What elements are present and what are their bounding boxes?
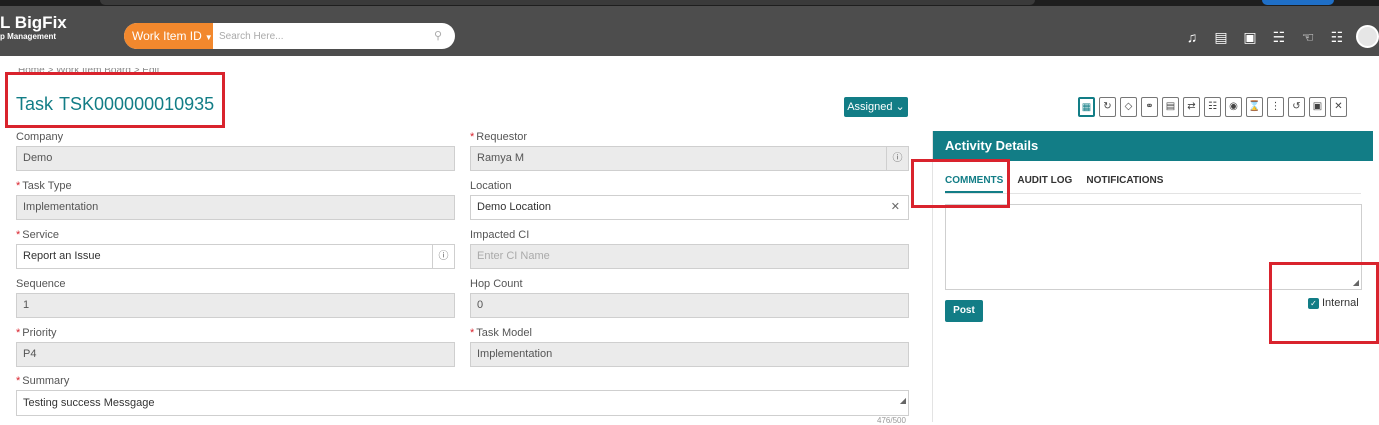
service-value: Report an Issue bbox=[23, 250, 101, 262]
impacted-ci-placeholder: Enter CI Name bbox=[477, 250, 550, 262]
resize-grip-icon[interactable]: ◢ bbox=[900, 389, 906, 413]
document-icon[interactable]: ▤ bbox=[1209, 27, 1233, 47]
task-type-label-text: Task Type bbox=[22, 180, 72, 192]
task-model-field: Implementation bbox=[470, 342, 909, 367]
tab-notifications[interactable]: NOTIFICATIONS bbox=[1086, 175, 1163, 193]
required-marker: * bbox=[16, 327, 21, 339]
tag-icon[interactable]: ◇ bbox=[1120, 97, 1137, 117]
summary-textarea[interactable]: Testing success Messgage ◢ bbox=[16, 390, 909, 416]
hourglass-icon[interactable]: ⌛ bbox=[1246, 97, 1263, 117]
search-icon[interactable]: ⚲ bbox=[434, 29, 446, 43]
impacted-ci-label-text: Impacted CI bbox=[470, 229, 530, 241]
location-field[interactable]: Demo Location ✕ bbox=[470, 195, 909, 220]
clear-icon[interactable]: ✕ bbox=[891, 196, 900, 219]
sequence-field: 1 bbox=[16, 293, 455, 318]
message-plus-icon[interactable]: ▣ bbox=[1238, 27, 1262, 47]
required-marker: * bbox=[16, 229, 21, 241]
hop-count-label-text: Hop Count bbox=[470, 278, 523, 290]
task-model-label: * Task Model bbox=[470, 327, 532, 339]
task-type-label: * Task Type bbox=[16, 180, 72, 192]
activity-title: Activity Details bbox=[933, 131, 1373, 161]
activity-icon[interactable]: ▦ bbox=[1078, 97, 1095, 117]
sequence-value: 1 bbox=[23, 299, 30, 311]
split-icon[interactable]: ⇄ bbox=[1183, 97, 1200, 117]
app-header: L BigFix p Management Work Item ID▼ ⚲ ♫ … bbox=[0, 6, 1379, 56]
work-item-id-label: Work Item ID bbox=[132, 29, 202, 43]
priority-value: P4 bbox=[23, 348, 37, 360]
impacted-ci-field: Enter CI Name bbox=[470, 244, 909, 269]
search-input[interactable] bbox=[219, 23, 419, 49]
highlight-box-comments bbox=[911, 159, 1010, 208]
required-marker: * bbox=[470, 131, 475, 143]
status-dropdown[interactable]: Assigned ⌄ bbox=[844, 97, 908, 117]
service-label-text: Service bbox=[22, 229, 59, 241]
task-type-value: Implementation bbox=[23, 201, 99, 213]
work-item-id-dropdown[interactable]: Work Item ID ▼ bbox=[124, 23, 213, 49]
bell-icon[interactable]: ♫ bbox=[1180, 27, 1204, 47]
brand-subtitle: p Management bbox=[0, 32, 57, 41]
header-icons: ♫ ▤ ▣ ☵ ☜ ☷ bbox=[1180, 27, 1354, 47]
cart-icon[interactable]: ☷ bbox=[1325, 27, 1349, 47]
hierarchy-icon[interactable]: ☷ bbox=[1204, 97, 1221, 117]
company-label-text: Company bbox=[16, 131, 64, 143]
more-icon[interactable]: ⋮ bbox=[1267, 97, 1284, 117]
priority-label: * Priority bbox=[16, 327, 57, 339]
highlight-box-title bbox=[5, 72, 225, 128]
hop-count-field: 0 bbox=[470, 293, 909, 318]
company-value: Demo bbox=[23, 152, 53, 164]
location-label-text: Location bbox=[470, 180, 512, 192]
company-label: Company bbox=[16, 131, 63, 143]
brand-logo[interactable]: L BigFix p Management bbox=[0, 14, 67, 42]
watch-icon[interactable]: ◉ bbox=[1225, 97, 1242, 117]
service-label: * Service bbox=[16, 229, 59, 241]
refresh-icon[interactable]: ↺ bbox=[1288, 97, 1305, 117]
priority-label-text: Priority bbox=[22, 327, 57, 339]
requestor-label-text: Requestor bbox=[476, 131, 528, 143]
highlight-box-internal bbox=[1269, 262, 1379, 344]
location-value: Demo Location bbox=[477, 201, 551, 213]
summary-label-text: Summary bbox=[22, 375, 70, 387]
priority-field: P4 bbox=[16, 342, 455, 367]
browser-button bbox=[1262, 0, 1334, 5]
status-label: Assigned bbox=[847, 101, 893, 113]
summary-label: * Summary bbox=[16, 375, 69, 387]
required-marker: * bbox=[470, 327, 475, 339]
post-button[interactable]: Post bbox=[945, 300, 983, 322]
attachment-icon[interactable]: ⚭ bbox=[1141, 97, 1158, 117]
brand-name: L BigFix bbox=[0, 13, 67, 32]
relate-icon[interactable]: ↻ bbox=[1099, 97, 1116, 117]
task-model-label-text: Task Model bbox=[476, 327, 532, 339]
address-bar bbox=[100, 0, 1035, 5]
sequence-label-text: Sequence bbox=[16, 278, 66, 290]
required-marker: * bbox=[16, 375, 21, 387]
summary-value: Testing success Messgage bbox=[23, 397, 155, 409]
requestor-field: Ramya M ⓘ bbox=[470, 146, 909, 171]
close-icon[interactable]: ✕ bbox=[1330, 97, 1347, 117]
task-type-field: Implementation bbox=[16, 195, 455, 220]
location-label: Location bbox=[470, 180, 512, 192]
gift-icon[interactable]: ☵ bbox=[1267, 27, 1291, 47]
info-icon[interactable]: ⓘ bbox=[886, 147, 908, 170]
requestor-value: Ramya M bbox=[477, 152, 525, 164]
avatar[interactable] bbox=[1356, 25, 1379, 48]
thumbs-up-icon[interactable]: ☜ bbox=[1296, 27, 1320, 47]
char-counter: 476/500 bbox=[877, 416, 906, 425]
book-icon[interactable]: ▤ bbox=[1162, 97, 1179, 117]
service-field[interactable]: Report an Issue ⓘ bbox=[16, 244, 455, 269]
hop-count-label: Hop Count bbox=[470, 278, 523, 290]
company-field: Demo bbox=[16, 146, 455, 171]
task-model-value: Implementation bbox=[477, 348, 553, 360]
requestor-label: * Requestor bbox=[470, 131, 527, 143]
chevron-down-icon: ⌄ bbox=[895, 101, 905, 113]
hop-count-value: 0 bbox=[477, 299, 484, 311]
tab-audit-log[interactable]: AUDIT LOG bbox=[1017, 175, 1072, 193]
required-marker: * bbox=[16, 180, 21, 192]
caret-down-icon: ▼ bbox=[204, 33, 213, 42]
sequence-label: Sequence bbox=[16, 278, 66, 290]
info-icon[interactable]: ⓘ bbox=[432, 245, 454, 268]
task-toolbar: ▦ ↻ ◇ ⚭ ▤ ⇄ ☷ ◉ ⌛ ⋮ ↺ ▣ ✕ bbox=[1078, 97, 1351, 117]
save-icon[interactable]: ▣ bbox=[1309, 97, 1326, 117]
global-search: Work Item ID▼ ⚲ bbox=[124, 23, 455, 49]
impacted-ci-label: Impacted CI bbox=[470, 229, 529, 241]
